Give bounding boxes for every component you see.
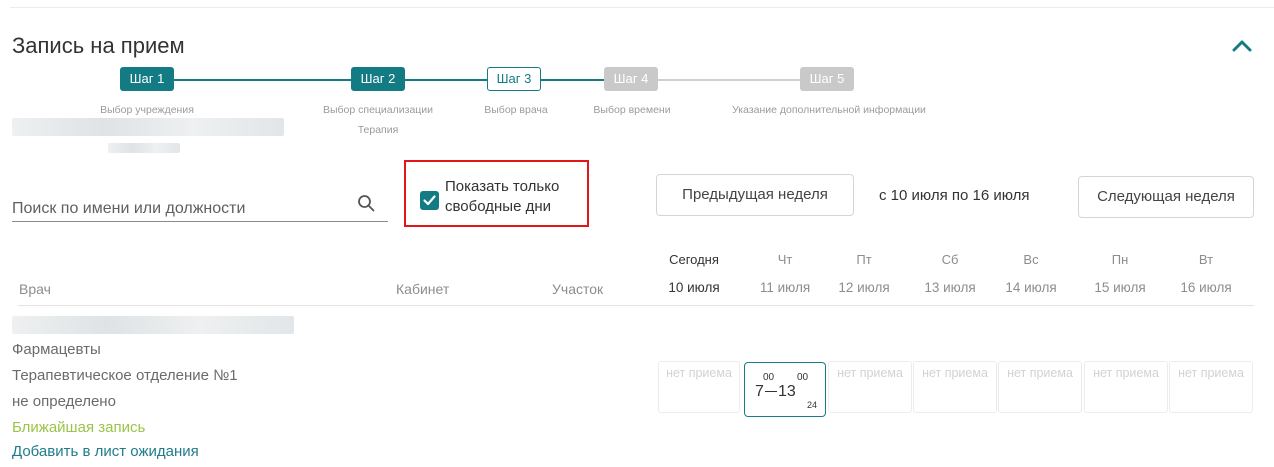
day-cell-no-reception: нет приема <box>658 361 740 413</box>
step-2-caption: Выбор специализации <box>322 104 434 116</box>
slot-dash <box>765 391 777 392</box>
day-cell-no-reception: нет приема <box>1084 361 1168 413</box>
day-date: 15 июля <box>1094 280 1146 295</box>
free-days-label[interactable]: Показать только свободные дни <box>445 177 559 217</box>
checkmark-icon <box>423 195 436 206</box>
doctor-position: Фармацевты <box>12 341 101 358</box>
slot-end-minute: 00 <box>797 372 809 383</box>
next-week-button[interactable]: Следующая неделя <box>1078 176 1254 218</box>
day-date: 16 июля <box>1180 280 1232 295</box>
column-header-area: Участок <box>552 281 604 297</box>
step-2-selected-value: Терапия <box>357 124 399 136</box>
step-connector <box>174 79 351 81</box>
step-1-caption: Выбор учреждения <box>100 104 194 116</box>
day-date: 12 июля <box>838 280 890 295</box>
step-connector <box>658 79 800 81</box>
step-connector <box>405 79 487 81</box>
day-date: 10 июля <box>668 280 720 295</box>
day-cell-no-reception: нет приема <box>998 361 1082 413</box>
slot-count: 24 <box>807 400 818 410</box>
column-header-room: Кабинет <box>396 281 450 297</box>
search-icon[interactable] <box>357 194 375 212</box>
step-2[interactable]: Шаг 2 <box>351 67 405 91</box>
slot-start-minute: 00 <box>763 372 775 383</box>
step-connector <box>541 79 604 81</box>
slot-start-hour: 7 <box>755 383 764 400</box>
step-1[interactable]: Шаг 1 <box>120 67 174 91</box>
step-4-caption: Выбор времени <box>593 104 671 116</box>
redacted-institution-sub <box>108 143 180 153</box>
step-3-caption: Выбор врача <box>484 104 548 116</box>
doctor-department: Терапевтическое отделение №1 <box>12 367 238 384</box>
redacted-doctor-name <box>12 316 294 334</box>
previous-week-button[interactable]: Предыдущая неделя <box>656 174 854 216</box>
time-slot-button[interactable]: 7 00 13 00 24 <box>744 362 826 417</box>
free-days-label-line2: свободные дни <box>445 198 551 215</box>
day-date: 14 июля <box>1005 280 1057 295</box>
doctor-area: не определено <box>12 393 116 410</box>
day-name: Пт <box>856 252 872 267</box>
redacted-institution <box>12 118 284 136</box>
day-cell-no-reception: нет приема <box>913 361 997 413</box>
day-name: Пн <box>1111 252 1129 267</box>
nearest-appointment-link[interactable]: Ближайшая запись <box>12 419 145 436</box>
free-days-label-line1: Показать только <box>445 178 560 195</box>
day-cell-no-reception: нет приема <box>828 361 912 413</box>
add-to-waitlist-link[interactable]: Добавить в лист ожидания <box>12 443 199 460</box>
top-divider <box>10 7 1274 8</box>
page-title: Запись на прием <box>12 33 185 58</box>
column-header-doctor: Врач <box>19 281 51 297</box>
day-date: 13 июля <box>924 280 976 295</box>
day-cell-no-reception: нет приема <box>1169 361 1253 413</box>
step-3[interactable]: Шаг 3 <box>487 67 541 91</box>
search-input[interactable] <box>12 189 388 222</box>
slot-end-hour: 13 <box>778 383 796 400</box>
header-divider <box>18 305 1254 306</box>
day-name: Чт <box>777 252 793 267</box>
day-name: Сегодня <box>669 252 719 267</box>
day-name: Вт <box>1198 252 1214 267</box>
step-4: Шаг 4 <box>604 67 658 91</box>
step-5: Шаг 5 <box>800 67 854 91</box>
day-date: 11 июля <box>759 280 811 295</box>
week-range-label: с 10 июля по 16 июля <box>879 187 1030 204</box>
day-name: Сб <box>941 252 959 267</box>
free-days-checkbox[interactable] <box>420 191 439 210</box>
chevron-up-icon[interactable] <box>1232 38 1252 52</box>
step-5-caption: Указание дополнительной информации <box>732 104 926 116</box>
day-name: Вс <box>1023 252 1039 267</box>
